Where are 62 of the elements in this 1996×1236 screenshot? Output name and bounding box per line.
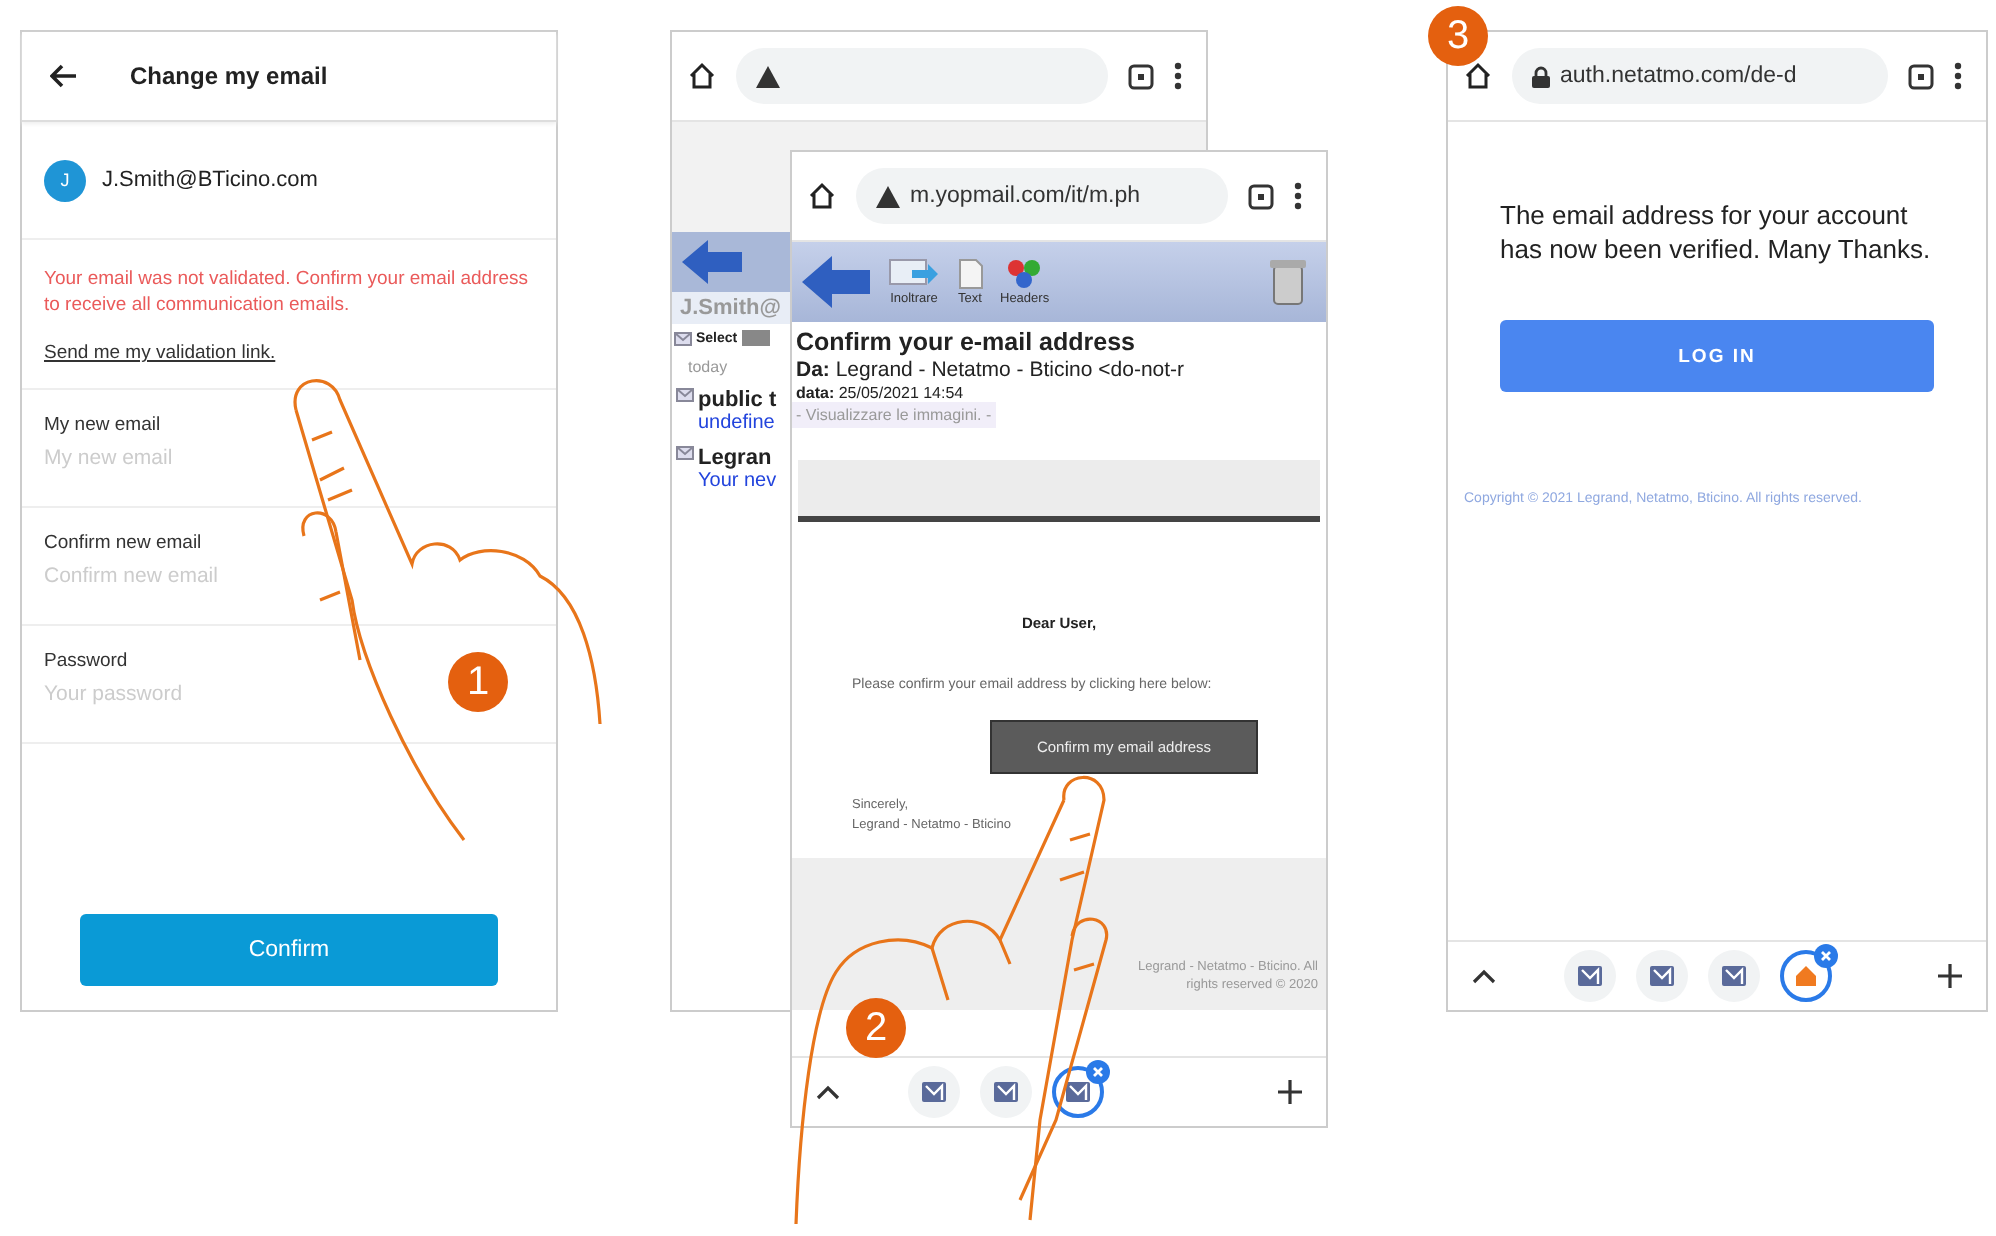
field-label: Confirm new email <box>44 532 204 554</box>
verified-message: The email address for your account has now been verified. Many Thanks. <box>1500 198 1933 266</box>
login-button[interactable]: LOG IN <box>1500 320 1934 392</box>
address-bar[interactable]: auth.netatmo.com/de-d <box>1512 48 1888 104</box>
message-sender[interactable]: public t <box>698 388 777 412</box>
back-arrow-icon[interactable] <box>50 64 78 88</box>
browser-tab[interactable] <box>908 1066 960 1118</box>
plus-icon[interactable] <box>1938 964 1962 988</box>
mail-icon <box>922 1082 946 1102</box>
warning-icon <box>876 185 900 207</box>
tab-switcher-icon[interactable] <box>1908 63 1934 89</box>
address-bar[interactable]: m.yopmail.com/it/m.ph <box>856 168 1228 224</box>
filter-chip[interactable] <box>741 330 770 346</box>
tab-switcher-icon[interactable] <box>1128 63 1154 89</box>
message-preview[interactable]: Your nev <box>698 470 777 492</box>
field-label: My new email <box>44 414 163 436</box>
home-icon[interactable] <box>1464 62 1492 90</box>
date-group-label: today <box>686 356 730 380</box>
avatar: J <box>44 159 86 201</box>
screen-title: Change my email <box>130 62 328 90</box>
step-badge: 1 <box>448 652 508 712</box>
plus-icon[interactable] <box>1278 1080 1302 1104</box>
mail-icon <box>994 1082 1018 1102</box>
browser-tab[interactable] <box>1564 950 1616 1002</box>
url-text: auth.netatmo.com/de-d <box>1560 64 1797 88</box>
close-icon[interactable] <box>1814 944 1838 968</box>
home-icon <box>1796 966 1816 986</box>
message-sender[interactable]: Legran <box>698 446 777 470</box>
mail-icon <box>1578 966 1602 986</box>
warning-icon <box>756 65 780 87</box>
more-icon[interactable] <box>1294 182 1302 210</box>
trash-icon[interactable] <box>1270 258 1306 306</box>
more-icon[interactable] <box>1954 62 1962 90</box>
email-subject: Confirm your e-mail address <box>794 326 1137 356</box>
tab-switcher-icon[interactable] <box>1248 183 1274 209</box>
email-date: data: 25/05/2021 14:54 <box>794 384 966 402</box>
chevron-up-icon[interactable] <box>816 1084 840 1100</box>
home-icon[interactable] <box>808 182 836 210</box>
warning-message: Your email was not validated. Confirm your email address to receive all communication emails. <box>44 266 531 318</box>
lock-icon <box>1532 65 1550 87</box>
url-text: m.yopmail.com/it/m.ph <box>910 184 1141 208</box>
envelope-icon <box>674 331 692 345</box>
account-email: J.Smith@BTicino.com <box>102 168 318 192</box>
chevron-up-icon[interactable] <box>1472 968 1496 984</box>
close-icon[interactable] <box>1086 1060 1110 1084</box>
browser-tab[interactable] <box>1780 950 1832 1002</box>
more-icon[interactable] <box>1174 62 1182 90</box>
mail-icon <box>1650 966 1674 986</box>
email-sender: Da: Legrand - Netatmo - Bticino <do-not-r <box>794 356 1187 384</box>
message-preview[interactable]: undefine <box>698 412 777 434</box>
mail-icon <box>1722 966 1746 986</box>
browser-tab[interactable] <box>1052 1066 1104 1118</box>
step-badge: 3 <box>1428 6 1488 66</box>
validation-link[interactable]: Send me my validation link. <box>44 342 276 364</box>
mail-icon <box>1066 1082 1090 1102</box>
field-label: Password <box>44 650 130 672</box>
envelope-icon <box>676 388 694 402</box>
home-icon[interactable] <box>688 62 716 90</box>
browser-tab[interactable] <box>1636 950 1688 1002</box>
envelope-icon <box>676 446 694 460</box>
browser-tab[interactable] <box>980 1066 1032 1118</box>
browser-tab[interactable] <box>1708 950 1760 1002</box>
